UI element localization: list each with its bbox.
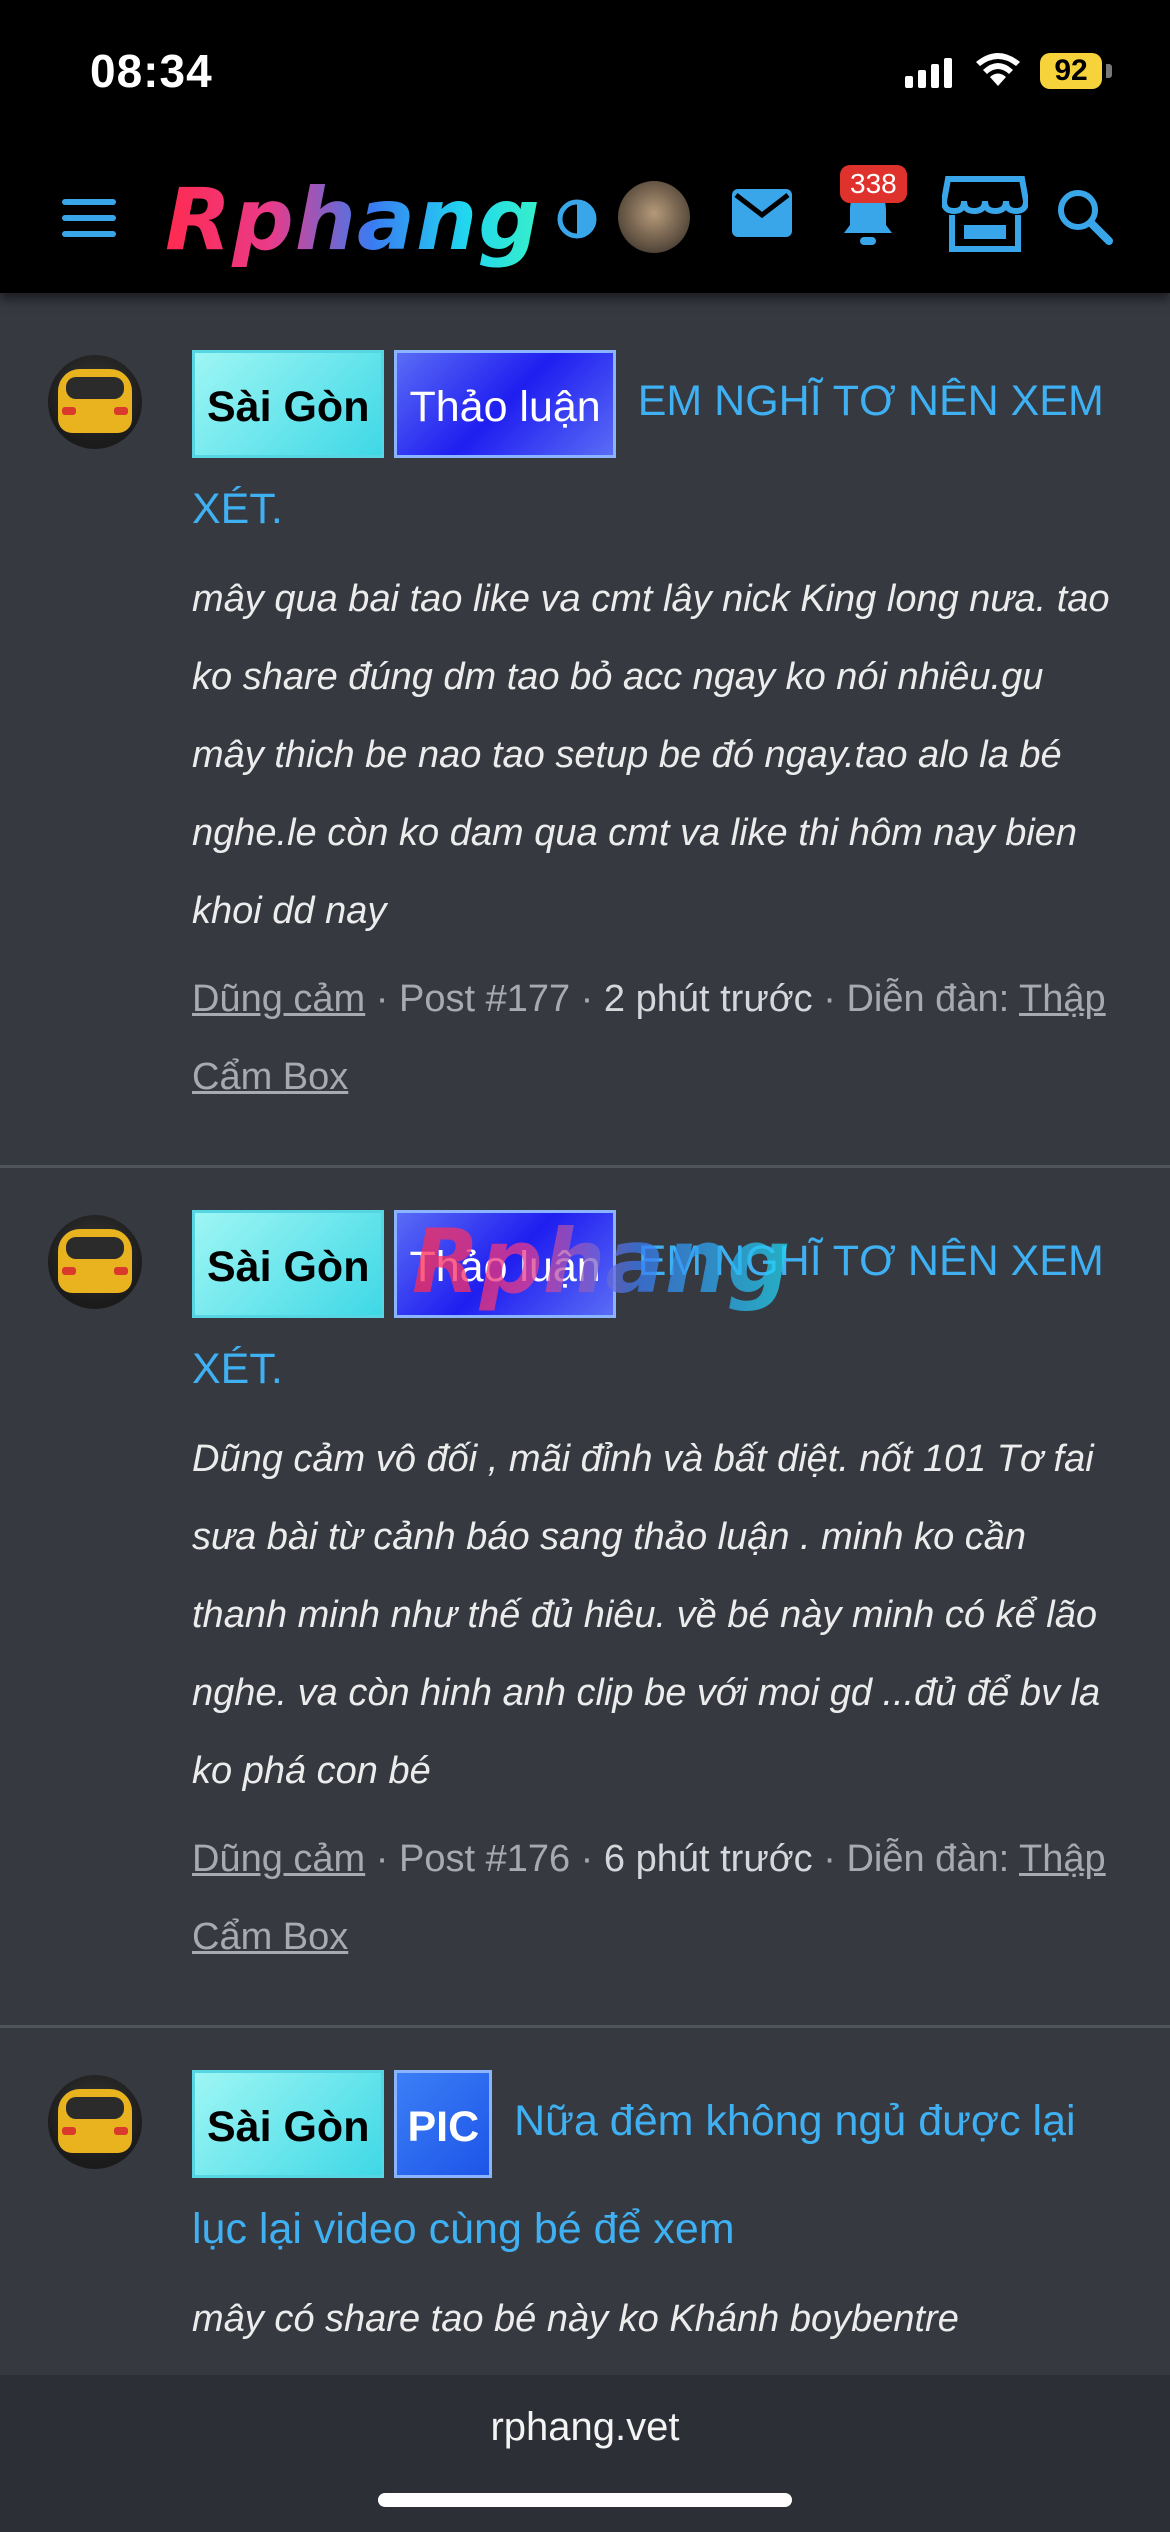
theme-toggle-icon[interactable] (555, 197, 599, 241)
post-time: 2 phút trước (603, 978, 813, 1020)
watermark-logo: Rphang (412, 1210, 791, 1313)
prefix-type-tag[interactable]: PIC (394, 2070, 493, 2178)
forum-label: Diễn đàn: (846, 1838, 1010, 1880)
post-number: Post #176 (398, 1838, 571, 1880)
post-meta: Dũng cảm · Post #176 · 6 phút trước · Di… (192, 1838, 1106, 1958)
thread-title-link[interactable]: Sài Gòn PIC Nữa đêm không ngủ được lại lụ… (192, 2070, 1132, 2281)
status-time: 08:34 (90, 45, 213, 97)
author-avatar[interactable] (48, 1215, 142, 1309)
car-image (58, 2089, 132, 2153)
cellular-signal-icon (905, 58, 952, 88)
post-snippet: Dũng cảm vô đối , mãi đỉnh và bất diệt. … (192, 1438, 1101, 1792)
post-time: 6 phút trước (603, 1838, 813, 1880)
car-image (58, 369, 132, 433)
status-bar: 08:34 92 (0, 0, 1170, 145)
wifi-icon (976, 53, 1020, 86)
author-link[interactable]: Dũng cảm (192, 978, 365, 1020)
author-avatar[interactable] (48, 2075, 142, 2169)
post-divider (0, 2025, 1170, 2028)
menu-icon[interactable] (60, 195, 120, 241)
home-indicator[interactable] (378, 2493, 792, 2507)
mail-icon[interactable] (730, 187, 794, 239)
post-meta: Dũng cảm · Post #177 · 2 phút trước · Di… (192, 978, 1106, 1098)
store-icon[interactable] (942, 175, 1028, 255)
search-icon[interactable] (1055, 187, 1113, 245)
post-snippet: mây có share tao bé này ko Khánh boybent… (192, 2298, 959, 2340)
prefix-city-tag[interactable]: Sài Gòn (192, 2070, 385, 2178)
author-avatar[interactable] (48, 355, 142, 449)
browser-bottom-bar: rphang.vet (0, 2375, 1170, 2532)
url-label[interactable]: rphang.vet (0, 2405, 1170, 2450)
app-header: Rphang (0, 145, 1170, 293)
site-logo[interactable]: Rphang (165, 170, 541, 270)
user-avatar[interactable] (618, 181, 690, 253)
battery-tip (1106, 64, 1112, 78)
battery-icon: 92 (1040, 53, 1102, 89)
post-snippet: mây qua bai tao like va cmt lây nick Kin… (192, 578, 1110, 932)
notification-badge: 338 (840, 165, 907, 203)
prefix-type-tag[interactable]: Thảo luận (394, 350, 616, 458)
prefix-city-tag[interactable]: Sài Gòn (192, 350, 385, 458)
prefix-city-tag[interactable]: Sài Gòn (192, 1210, 385, 1318)
forum-label: Diễn đàn: (846, 978, 1010, 1020)
thread-title-link[interactable]: Sài GònThảo luận EM NGHĨ TƠ NÊN XEM XÉT. (192, 350, 1132, 561)
post-number: Post #177 (398, 978, 571, 1020)
car-image (58, 1229, 132, 1293)
author-link[interactable]: Dũng cảm (192, 1838, 365, 1880)
post-divider (0, 1165, 1170, 1168)
